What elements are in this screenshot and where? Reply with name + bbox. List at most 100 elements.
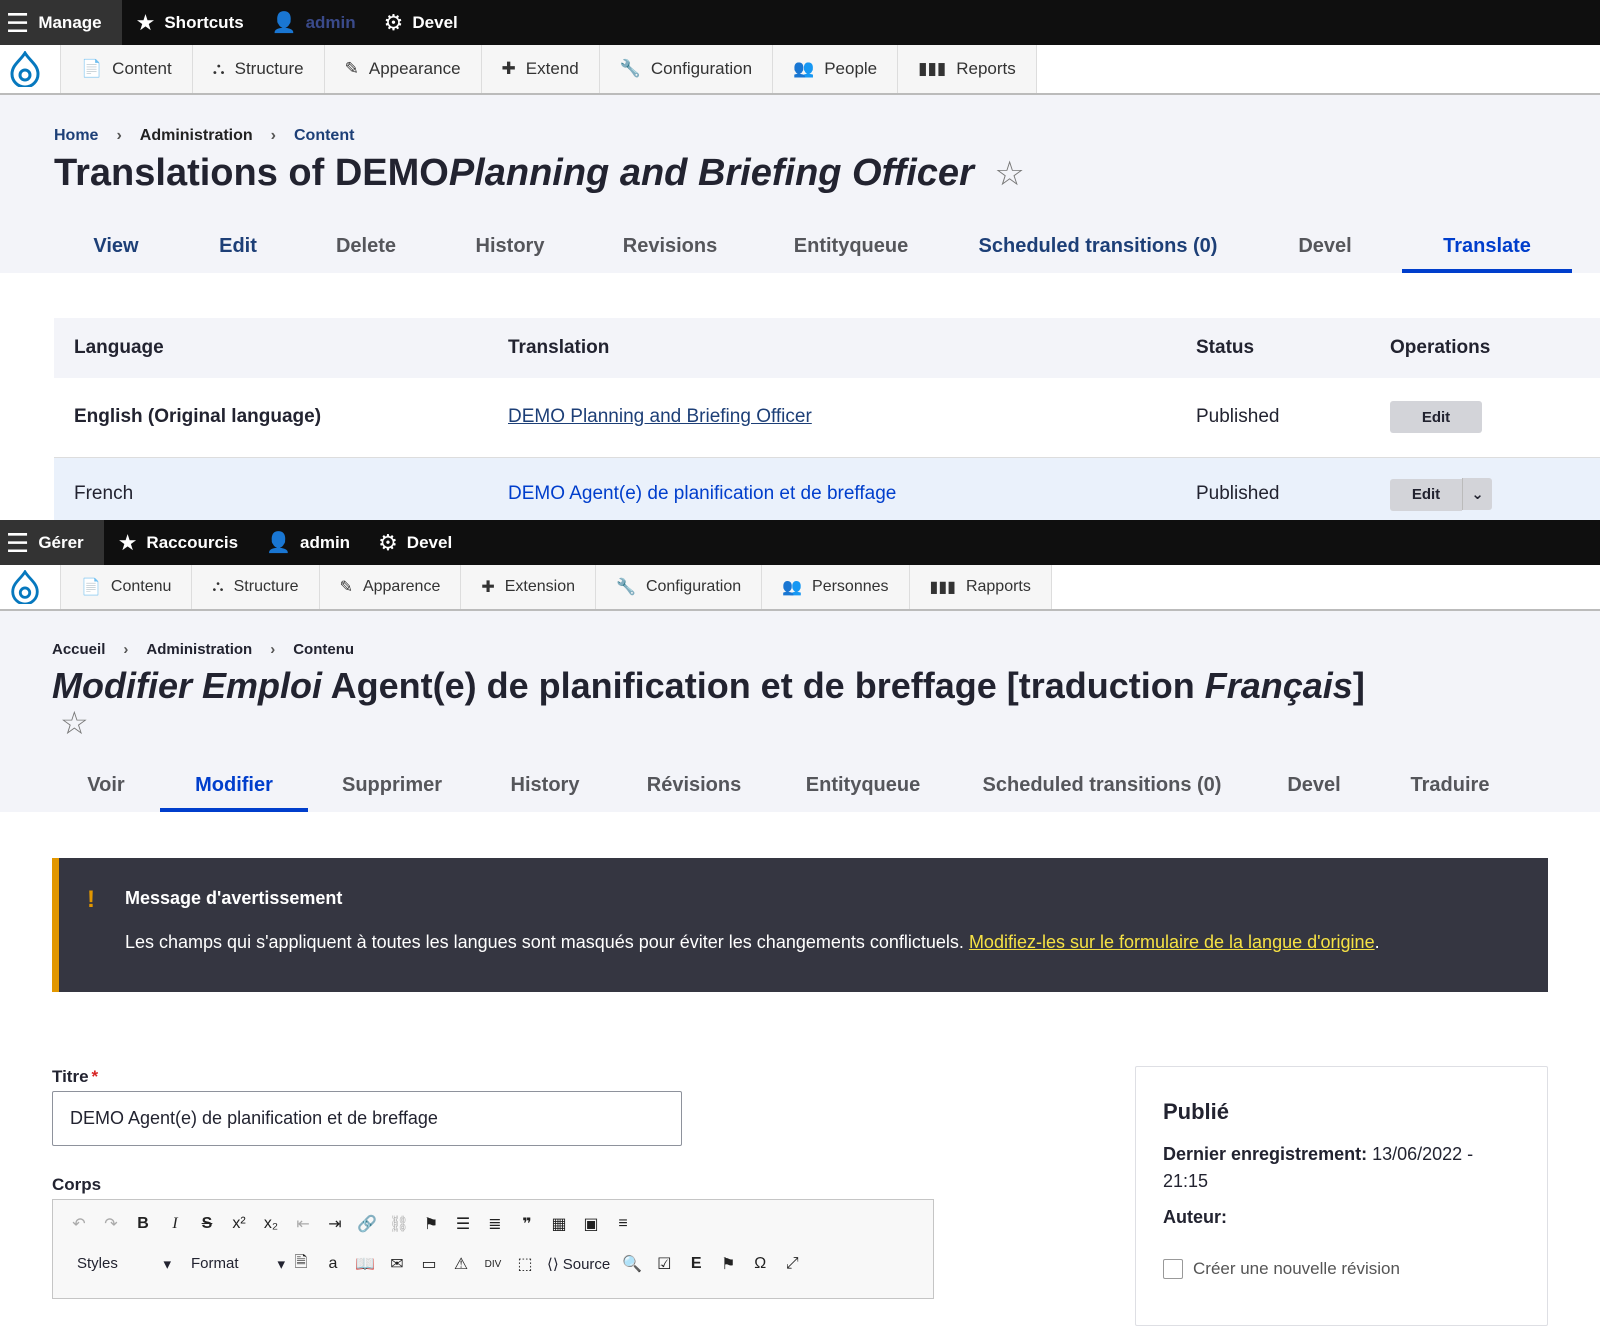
status-title: Publié [1163, 1099, 1230, 1124]
shortcuts-tab[interactable]: ★ Shortcuts [122, 0, 258, 45]
menu-content[interactable]: 📄 Contenu [60, 565, 192, 609]
outdent-icon[interactable]: ⇤ [287, 1210, 319, 1238]
warning-link[interactable]: Modifiez-les sur le formulaire de la lan… [969, 932, 1375, 952]
strikethrough-icon[interactable]: S [191, 1210, 223, 1238]
paintbrush-icon: ✎ [339, 579, 353, 596]
menu-structure[interactable]: ⛬ Structure [191, 565, 319, 609]
maximize-icon[interactable]: ⤢ [776, 1250, 808, 1278]
breadcrumb-content[interactable]: Content [294, 127, 354, 145]
tab-history[interactable]: History [476, 758, 614, 812]
manage-tab[interactable]: ☰ Gérer [0, 520, 104, 565]
breadcrumb: Home › Administration › Content [54, 127, 355, 145]
styles-select[interactable]: Styles ▾ [63, 1255, 171, 1273]
menu-extend[interactable]: ✚ Extension [460, 565, 596, 609]
envelope-icon[interactable]: ✉ [381, 1250, 413, 1278]
table-row: English (Original language) DEMO Plannin… [54, 378, 1600, 457]
edit-button[interactable]: Edit [1390, 401, 1482, 434]
tab-edit[interactable]: Edit [178, 219, 298, 273]
tab-view[interactable]: Voir [52, 758, 160, 812]
favorite-star-icon[interactable]: ☆ [60, 704, 89, 742]
special-char-icon[interactable]: Ω [744, 1250, 776, 1278]
manage-tab[interactable]: ☰ Manage [0, 0, 122, 45]
drupal-logo-icon[interactable] [0, 45, 50, 93]
drupal-logo-icon[interactable] [0, 565, 50, 609]
translation-link[interactable]: DEMO Planning and Briefing Officer [508, 406, 812, 427]
tab-edit[interactable]: Modifier [160, 758, 308, 812]
blockquote-icon[interactable]: ❞ [511, 1210, 543, 1238]
tab-scheduled-transitions[interactable]: Scheduled transitions (0) [948, 219, 1248, 273]
tab-revisions[interactable]: Révisions [614, 758, 774, 812]
subscript-icon[interactable]: x₂ [255, 1210, 287, 1238]
translation-link[interactable]: DEMO Agent(e) de planification et de bre… [508, 483, 896, 504]
menu-appearance[interactable]: ✎ Appearance [323, 45, 481, 93]
search-icon[interactable]: 🔍 [616, 1250, 648, 1278]
breadcrumb-admin[interactable]: Administration [146, 641, 252, 658]
file-icon: 📄 [81, 579, 101, 596]
menu-content[interactable]: 📄 Content [60, 45, 192, 93]
italic-icon[interactable]: I [159, 1210, 191, 1238]
favorite-star-icon[interactable]: ☆ [994, 155, 1024, 193]
tab-delete[interactable]: Delete [298, 219, 434, 273]
breadcrumb-admin[interactable]: Administration [140, 127, 253, 145]
book-icon[interactable]: 📖 [349, 1250, 381, 1278]
chevron-down-icon[interactable]: ⌄ [1462, 478, 1492, 510]
tab-entityqueue[interactable]: Entityqueue [754, 219, 948, 273]
tab-revisions[interactable]: Revisions [586, 219, 754, 273]
anchor-flag-icon[interactable]: ⚑ [415, 1210, 447, 1238]
tab-translate[interactable]: Translate [1402, 219, 1572, 273]
user-tab[interactable]: 👤 admin [258, 0, 370, 45]
document-icon[interactable]: 🗎 [285, 1250, 317, 1278]
title-input[interactable]: DEMO Agent(e) de planification et de bre… [52, 1091, 682, 1146]
menu-configuration[interactable]: 🔧 Configuration [595, 565, 762, 609]
user-tab[interactable]: 👤 admin [252, 520, 364, 565]
breadcrumb-home[interactable]: Home [54, 127, 98, 145]
embed-icon[interactable]: E [680, 1250, 712, 1278]
menu-people[interactable]: 👥 Personnes [761, 565, 909, 609]
new-revision-checkbox[interactable]: Créer une nouvelle révision [1163, 1259, 1400, 1279]
warning-icon[interactable]: ⚠ [445, 1250, 477, 1278]
tab-view[interactable]: View [54, 219, 178, 273]
numbered-list-icon[interactable]: ≣ [479, 1210, 511, 1238]
tab-translate[interactable]: Traduire [1376, 758, 1524, 812]
menu-structure[interactable]: ⛬ Structure [191, 45, 324, 93]
tab-entityqueue[interactable]: Entityqueue [774, 758, 952, 812]
menu-reports[interactable]: ▮▮▮ Rapports [908, 565, 1052, 609]
indent-icon[interactable]: ⇥ [319, 1210, 351, 1238]
tab-devel[interactable]: Devel [1248, 219, 1402, 273]
table-icon[interactable]: ▦ [543, 1210, 575, 1238]
redo-icon[interactable]: ↷ [95, 1210, 127, 1238]
template-icon[interactable]: ⬚ [509, 1250, 541, 1278]
devel-tab[interactable]: ⚙ Devel [370, 0, 472, 45]
breadcrumb-content[interactable]: Contenu [293, 641, 354, 658]
unlink-icon[interactable]: ⛓ [383, 1210, 415, 1238]
menu-people[interactable]: 👥 People [772, 45, 898, 93]
bold-icon[interactable]: B [127, 1210, 159, 1238]
devel-tab[interactable]: ⚙ Devel [364, 520, 466, 565]
breadcrumb-home[interactable]: Accueil [52, 641, 105, 658]
menu-reports[interactable]: ▮▮▮ Reports [897, 45, 1037, 93]
div-icon[interactable]: DIV [477, 1250, 509, 1278]
menu-extend[interactable]: ✚ Extend [480, 45, 599, 93]
format-select[interactable]: Format ▾ [177, 1255, 285, 1273]
menu-appearance[interactable]: ✎ Apparence [318, 565, 461, 609]
edit-button[interactable]: Edit [1390, 478, 1462, 511]
superscript-icon[interactable]: x² [223, 1210, 255, 1238]
tab-history[interactable]: History [434, 219, 586, 273]
tab-delete[interactable]: Supprimer [308, 758, 476, 812]
tab-devel[interactable]: Devel [1252, 758, 1376, 812]
flag-icon[interactable]: ⚑ [712, 1250, 744, 1278]
source-button[interactable]: ⟨⟩ Source [541, 1255, 616, 1274]
shortcuts-tab[interactable]: ★ Raccourcis [104, 520, 252, 565]
bulleted-list-icon[interactable]: ☰ [447, 1210, 479, 1238]
checkbox[interactable] [1163, 1259, 1183, 1279]
horizontal-line-icon[interactable]: ≡ [607, 1210, 639, 1238]
abbreviation-icon[interactable]: a [317, 1250, 349, 1278]
image-icon[interactable]: ▣ [575, 1210, 607, 1238]
link-icon[interactable]: 🔗 [351, 1210, 383, 1238]
undo-icon[interactable]: ↶ [63, 1210, 95, 1238]
tab-scheduled-transitions[interactable]: Scheduled transitions (0) [952, 758, 1252, 812]
sitemap-icon: ⛬ [212, 59, 225, 78]
checkbox-icon[interactable]: ☑ [648, 1250, 680, 1278]
window-icon[interactable]: ▭ [413, 1250, 445, 1278]
menu-configuration[interactable]: 🔧 Configuration [598, 45, 773, 93]
